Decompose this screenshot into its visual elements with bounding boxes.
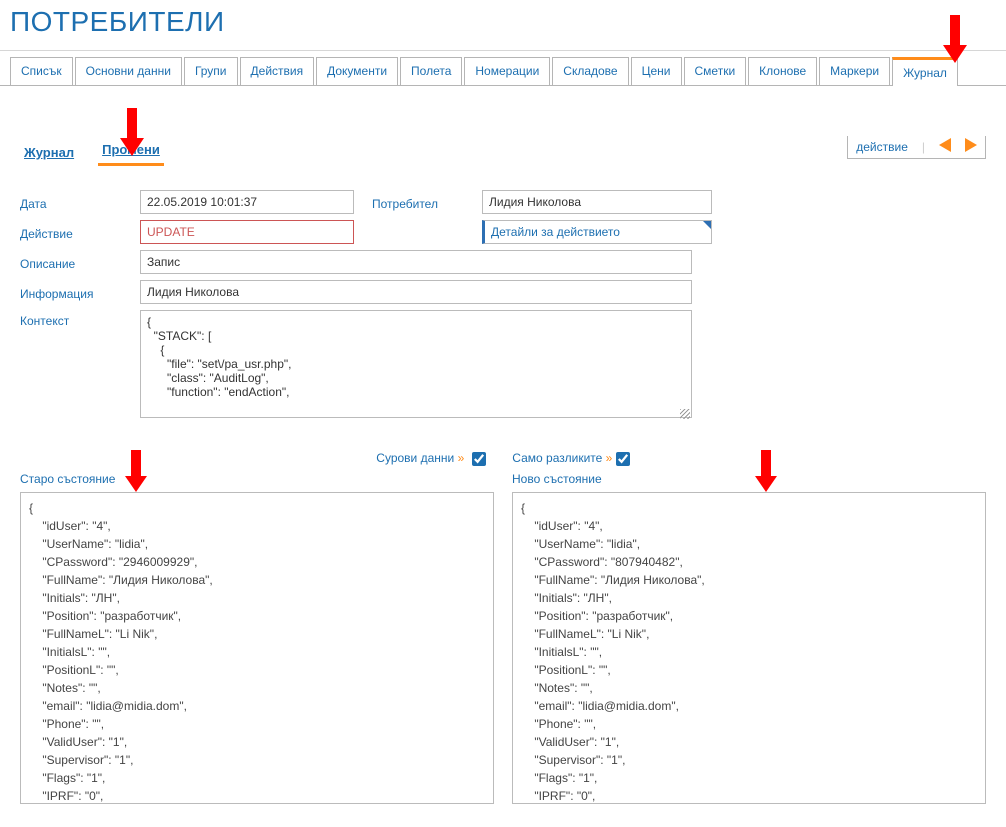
diff-only-checkbox[interactable] bbox=[616, 452, 630, 466]
subtab-Журнал[interactable]: Журнал bbox=[20, 139, 78, 166]
tab-Основни данни[interactable]: Основни данни bbox=[75, 57, 182, 86]
tabs: СписъкОсновни данниГрупиДействияДокумент… bbox=[0, 57, 1006, 86]
date-field[interactable]: 22.05.2019 10:01:37 bbox=[140, 190, 354, 214]
action-field[interactable]: UPDATE bbox=[140, 220, 354, 244]
label-action: Действие bbox=[20, 223, 140, 241]
desc-field[interactable]: Запис bbox=[140, 250, 692, 274]
annotation-arrow-icon bbox=[755, 450, 777, 492]
nav-action-box: действие | bbox=[847, 136, 986, 159]
tab-Действия[interactable]: Действия bbox=[240, 57, 315, 86]
tab-Документи[interactable]: Документи bbox=[316, 57, 398, 86]
divider bbox=[0, 50, 1006, 51]
annotation-arrow-icon bbox=[125, 450, 147, 492]
annotation-arrow-icon bbox=[943, 15, 967, 63]
user-field[interactable]: Лидия Николова bbox=[482, 190, 712, 214]
tab-Списък[interactable]: Списък bbox=[10, 57, 73, 86]
old-state-title: Старо състояние bbox=[20, 470, 494, 492]
divider: | bbox=[922, 140, 925, 154]
tab-Групи[interactable]: Групи bbox=[184, 57, 238, 86]
old-state-json: { "idUser": "4", "UserName": "lidia", "C… bbox=[29, 499, 485, 804]
next-action-button[interactable] bbox=[965, 138, 977, 155]
tab-Клонове[interactable]: Клонове bbox=[748, 57, 817, 86]
tab-Полета[interactable]: Полета bbox=[400, 57, 462, 86]
label-desc: Описание bbox=[20, 253, 140, 271]
tab-Складове[interactable]: Складове bbox=[552, 57, 628, 86]
context-textarea[interactable] bbox=[140, 310, 692, 418]
tab-Маркери[interactable]: Маркери bbox=[819, 57, 890, 86]
new-state-json: { "idUser": "4", "UserName": "lidia", "C… bbox=[521, 499, 977, 804]
new-state-box[interactable]: { "idUser": "4", "UserName": "lidia", "C… bbox=[512, 492, 986, 804]
label-info: Информация bbox=[20, 283, 140, 301]
new-state-title: Ново състояние bbox=[512, 470, 986, 492]
options-row: Сурови данни » Само разликите » bbox=[20, 451, 986, 466]
action-details-button[interactable]: Детайли за действието bbox=[482, 220, 712, 244]
diff-only-label: Само разликите » bbox=[512, 451, 612, 465]
label-user: Потребител bbox=[372, 193, 482, 211]
label-date: Дата bbox=[20, 193, 140, 211]
annotation-arrow-icon bbox=[120, 108, 144, 156]
tab-Номерации[interactable]: Номерации bbox=[464, 57, 550, 86]
tab-Цени[interactable]: Цени bbox=[631, 57, 682, 86]
resize-handle-icon[interactable] bbox=[680, 409, 690, 419]
tab-Сметки[interactable]: Сметки bbox=[684, 57, 747, 86]
subtabs: ЖурналПромени bbox=[20, 136, 847, 166]
raw-data-checkbox[interactable] bbox=[472, 452, 486, 466]
prev-action-button[interactable] bbox=[939, 138, 951, 155]
label-ctx: Контекст bbox=[20, 310, 140, 328]
raw-data-label: Сурови данни » bbox=[376, 451, 464, 465]
nav-label: действие bbox=[856, 140, 908, 154]
info-field[interactable]: Лидия Николова bbox=[140, 280, 692, 304]
old-state-box[interactable]: { "idUser": "4", "UserName": "lidia", "C… bbox=[20, 492, 494, 804]
page-title: ПОТРЕБИТЕЛИ bbox=[0, 0, 1006, 46]
